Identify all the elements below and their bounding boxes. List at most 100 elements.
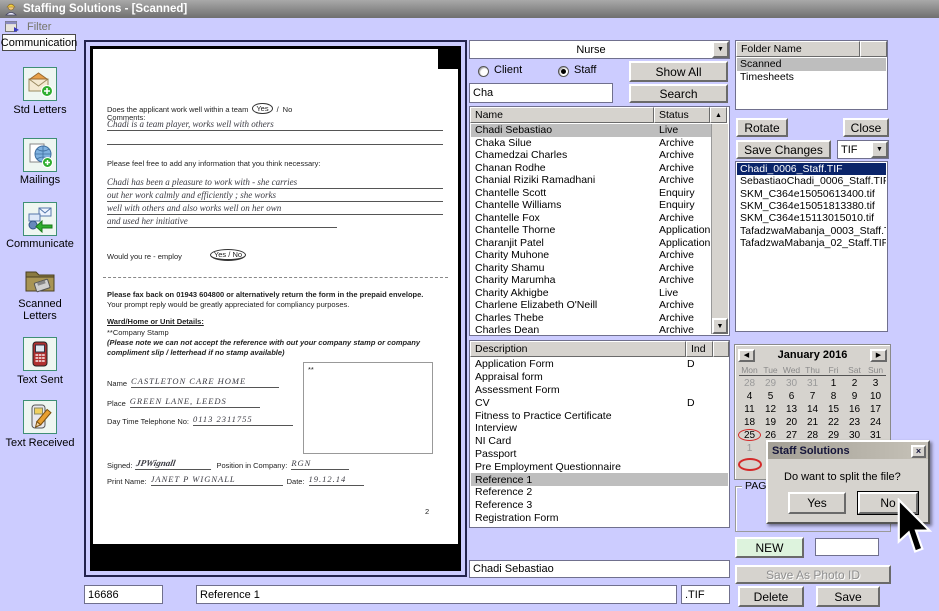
name-row[interactable]: Chanial Riziki Ramadhani Archive (471, 174, 711, 187)
scanned-letters-button[interactable] (23, 263, 57, 297)
calendar-day[interactable]: 11 (739, 403, 760, 416)
description-row[interactable]: Registration Form (471, 512, 728, 525)
name-row[interactable]: Charanjit Patel Application (471, 237, 711, 250)
scroll-down-icon[interactable]: ▼ (712, 318, 728, 334)
ind-column-header[interactable]: Ind (686, 341, 713, 357)
communicate-button[interactable] (23, 202, 57, 236)
description-column-header[interactable]: Description (470, 341, 686, 357)
description-row[interactable]: Application Form D (471, 358, 728, 371)
calendar-day[interactable]: 3 (865, 377, 886, 390)
description-row[interactable]: Reference 3 (471, 499, 728, 512)
name-row[interactable]: Charles Thebe Archive (471, 312, 711, 325)
calendar-day[interactable]: 14 (802, 403, 823, 416)
format-combobox[interactable]: TIF ▼ (837, 140, 889, 159)
description-row[interactable]: Appraisal form (471, 371, 728, 384)
calendar-day[interactable]: 1 (823, 377, 844, 390)
record-id-field[interactable] (84, 585, 163, 604)
calendar-day[interactable]: 10 (865, 390, 886, 403)
file-row[interactable]: Chadi_0006_Staff.TIF (737, 163, 886, 175)
description-row[interactable]: Interview (471, 422, 728, 435)
delete-button[interactable]: Delete (738, 586, 804, 607)
calendar-day[interactable]: 22 (823, 416, 844, 429)
file-row[interactable]: SebastiaoChadi_0006_Staff.TIF (737, 175, 886, 187)
name-row[interactable]: Chadi Sebastiao Live (471, 124, 711, 137)
file-row[interactable]: SKM_C364e15050613400.tif (737, 188, 886, 200)
name-column-header[interactable]: Name (470, 107, 654, 123)
calendar-day[interactable]: 9 (844, 390, 865, 403)
name-row[interactable]: Chantelle Williams Enquiry (471, 199, 711, 212)
calendar-day[interactable]: 6 (781, 390, 802, 403)
category-combobox[interactable]: Nurse ▼ (469, 40, 730, 59)
name-row[interactable]: Chaka Silue Archive (471, 137, 711, 150)
calendar-day[interactable]: 15 (823, 403, 844, 416)
std-letters-button[interactable] (23, 67, 57, 101)
calendar-day[interactable]: 30 (781, 377, 802, 390)
folder-column-header[interactable]: Folder Name (736, 41, 860, 57)
client-radio[interactable] (478, 66, 489, 77)
search-input[interactable] (469, 83, 613, 103)
status-column-header[interactable]: Status (654, 107, 710, 123)
name-row[interactable]: Charity Muhone Archive (471, 249, 711, 262)
calendar-day[interactable]: 16 (844, 403, 865, 416)
chevron-down-icon[interactable]: ▼ (871, 141, 888, 158)
folder-row[interactable]: Scanned (737, 58, 886, 71)
calendar-day[interactable]: 18 (739, 416, 760, 429)
name-list-scrollbar[interactable]: ▼ (711, 124, 728, 334)
calendar-day[interactable]: 21 (802, 416, 823, 429)
extension-field[interactable] (681, 585, 730, 604)
selected-person-field[interactable] (469, 560, 730, 578)
description-field[interactable] (196, 585, 677, 604)
new-button[interactable]: NEW (735, 537, 804, 558)
calendar-day[interactable]: 24 (865, 416, 886, 429)
text-sent-button[interactable] (23, 337, 57, 371)
save-as-photo-id-button[interactable]: Save As Photo ID (735, 565, 891, 584)
description-row[interactable]: Reference 2 (471, 486, 728, 499)
name-row[interactable]: Charles Dean Archive (471, 324, 711, 334)
search-button[interactable]: Search (629, 84, 728, 103)
description-row[interactable]: Assessment Form (471, 384, 728, 397)
name-row[interactable]: Chamedzai Charles Archive (471, 149, 711, 162)
menu-filter[interactable]: Filter (27, 21, 51, 33)
file-row[interactable]: SKM_C364e15113015010.tif (737, 212, 886, 224)
calendar-day[interactable]: 17 (865, 403, 886, 416)
calendar-day[interactable]: 12 (760, 403, 781, 416)
name-row[interactable]: Chanan Rodhe Archive (471, 162, 711, 175)
text-received-button[interactable] (23, 400, 57, 434)
file-row[interactable]: TafadzwaMabanja_02_Staff.TIF (737, 237, 886, 249)
calendar-prev-icon[interactable]: ◀ (738, 349, 755, 362)
calendar-day[interactable]: 2 (844, 377, 865, 390)
calendar-day[interactable]: 13 (781, 403, 802, 416)
calendar-next-icon[interactable]: ▶ (870, 349, 887, 362)
tab-communication[interactable]: Communication (2, 34, 76, 51)
calendar-day[interactable]: 23 (844, 416, 865, 429)
name-row[interactable]: Charity Shamu Archive (471, 262, 711, 275)
mailings-button[interactable] (23, 138, 57, 172)
description-row[interactable]: Pre Employment Questionnaire (471, 460, 728, 473)
chevron-down-icon[interactable]: ▼ (712, 41, 729, 58)
name-row[interactable]: Chantelle Scott Enquiry (471, 187, 711, 200)
scroll-up-icon[interactable]: ▲ (710, 107, 727, 123)
calendar-day[interactable]: 20 (781, 416, 802, 429)
close-button[interactable]: Close (843, 118, 889, 137)
calendar-day[interactable]: 29 (760, 377, 781, 390)
calendar-day[interactable]: 5 (760, 390, 781, 403)
description-row[interactable]: Reference 1 (471, 473, 728, 486)
name-row[interactable]: Charity Akhigbe Live (471, 287, 711, 300)
save-changes-button[interactable]: Save Changes (736, 140, 831, 159)
rotate-button[interactable]: Rotate (736, 118, 788, 137)
staff-radio[interactable] (558, 66, 569, 77)
close-icon[interactable]: × (911, 445, 926, 458)
calendar-day[interactable]: 25 (739, 429, 760, 442)
calendar-day[interactable]: 19 (760, 416, 781, 429)
save-button[interactable]: Save (816, 586, 880, 607)
description-row[interactable]: CV D (471, 396, 728, 409)
calendar-day[interactable]: 4 (739, 390, 760, 403)
name-row[interactable]: Chantelle Fox Archive (471, 212, 711, 225)
file-row[interactable]: SKM_C364e15051813380.tif (737, 200, 886, 212)
description-row[interactable]: Fitness to Practice Certificate (471, 409, 728, 422)
dialog-title-bar[interactable]: Staff Solutions × (768, 442, 928, 459)
calendar-day[interactable]: 8 (823, 390, 844, 403)
calendar-day[interactable]: 1 (739, 442, 760, 455)
show-all-button[interactable]: Show All (629, 61, 728, 82)
calendar-day[interactable]: 7 (802, 390, 823, 403)
